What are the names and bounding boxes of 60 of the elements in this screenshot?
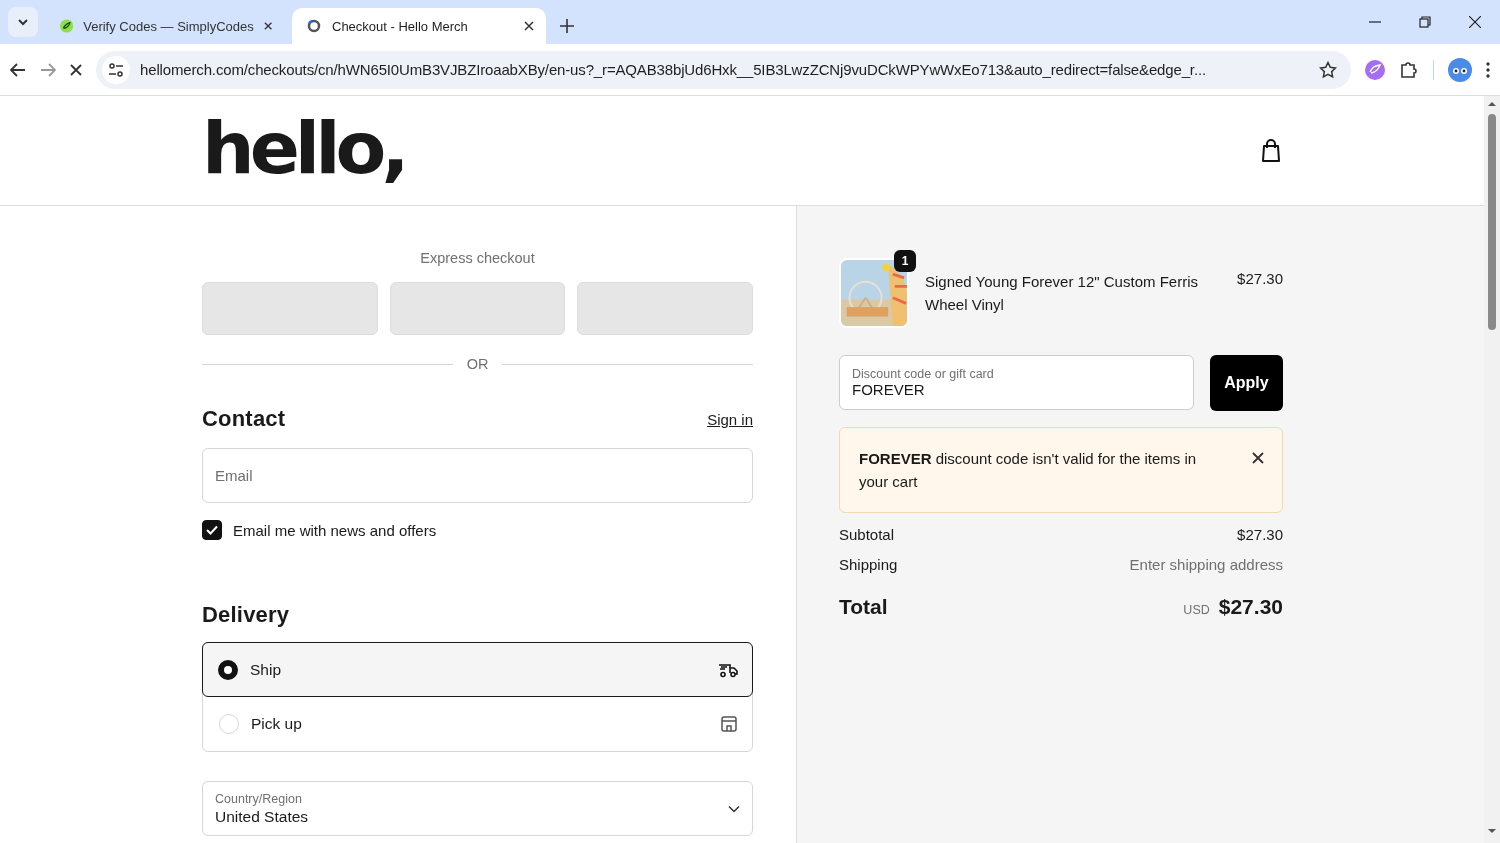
restore-icon[interactable] <box>1419 16 1431 28</box>
store-logo[interactable]: hello, <box>202 112 405 183</box>
extension-logo-icon[interactable] <box>1365 59 1385 80</box>
field-label: Country/Region <box>215 791 303 806</box>
product-name: Signed Young Forever 12" Custom Ferris Wheel Vinyl <box>925 272 1199 315</box>
storefront-icon <box>721 715 737 732</box>
currency-code: USD <box>1183 603 1210 617</box>
discount-code-input[interactable]: FOREVER <box>852 381 1181 398</box>
more-menu-icon[interactable] <box>1486 61 1490 78</box>
total-amount: $27.30 <box>1218 595 1283 618</box>
discount-field[interactable]: Discount code or gift card FOREVER <box>839 355 1194 410</box>
truck-icon <box>718 661 738 678</box>
section-heading: Delivery <box>202 602 290 628</box>
error-message: FOREVER discount code isn't valid for the items in your cart <box>859 449 1198 492</box>
chevron-down-icon <box>728 804 740 813</box>
close-icon[interactable] <box>1469 16 1481 28</box>
close-icon[interactable] <box>524 21 534 31</box>
field-value: United States <box>215 807 309 826</box>
close-icon[interactable] <box>263 21 272 31</box>
total-label: Total <box>839 595 888 619</box>
puzzle-piece-icon[interactable] <box>1399 59 1419 80</box>
checkmark-icon <box>206 525 218 535</box>
new-tab-icon[interactable] <box>560 19 574 33</box>
browser-tab[interactable]: Checkout - Hello Merch <box>292 8 546 44</box>
option-label: Pick up <box>251 714 303 733</box>
forward-icon <box>40 62 56 77</box>
delivery-option[interactable]: Pick up <box>203 696 752 751</box>
section-label: Express checkout <box>419 250 536 266</box>
apply-button[interactable]: Apply <box>1210 355 1283 411</box>
close-icon[interactable] <box>1252 452 1264 464</box>
tab-search-button[interactable] <box>8 7 38 37</box>
leaf-logo-icon <box>60 18 74 34</box>
sign-in-link[interactable]: Sign in <box>707 410 753 428</box>
shopping-bag-icon[interactable] <box>1260 138 1282 163</box>
email-field[interactable]: Email <box>202 448 753 503</box>
section-heading: Contact <box>202 406 286 432</box>
loading-spinner-icon <box>306 18 322 34</box>
address-bar[interactable]: hellomerch.com/checkouts/cn/hWN65I0UmB3VJBZIroaabXBy/en-us?_r=AQAB38bjUd6Hxk__5IB3LwzZCNj9vuDCkWPYwWxEo713&auto_redirect=false&edge_r... <box>96 50 1351 89</box>
summary-label: Shipping <box>839 556 898 573</box>
profile-avatar-icon[interactable] <box>1448 57 1472 82</box>
chevron-down-icon <box>17 18 29 26</box>
site-settings-icon[interactable] <box>108 62 124 77</box>
quantity-badge: 1 <box>894 250 916 272</box>
summary-value: $27.30 <box>1237 526 1283 543</box>
browser-tab[interactable]: Verify Codes — SimplyCodes <box>46 8 284 44</box>
url-text: hellomerch.com/checkouts/cn/hWN65I0UmB3VJBZIroaabXBy/en-us?_r=AQAB38bjUd6Hxk__5IB3LwzZCNj9vuDCkWPYwWxEo713&auto_redirect=false&edge_r... <box>140 61 1207 78</box>
divider-text: OR <box>466 356 489 372</box>
product-price: $27.30 <box>1237 270 1283 287</box>
radio-button[interactable] <box>218 659 238 680</box>
summary-label: Subtotal <box>839 526 895 543</box>
bookmark-star-icon[interactable] <box>1319 60 1337 79</box>
checkbox-label: Email me with news and offers <box>233 521 437 539</box>
checkbox[interactable] <box>202 520 222 540</box>
option-label: Ship <box>250 660 283 679</box>
summary-value: Enter shipping address <box>1129 556 1283 573</box>
country-select[interactable]: Country/Region United States <box>202 781 753 836</box>
stop-loading-icon[interactable] <box>70 63 82 76</box>
delivery-option[interactable]: Ship <box>202 642 753 697</box>
back-icon[interactable] <box>10 62 26 77</box>
field-label: Discount code or gift card <box>852 367 995 381</box>
